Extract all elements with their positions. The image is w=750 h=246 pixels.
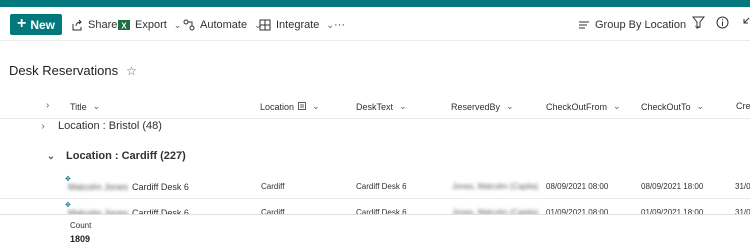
- row-created: 31/0: [735, 182, 750, 191]
- integrate-button[interactable]: Integrate ⌄: [259, 16, 334, 34]
- column-header-title[interactable]: Title ⌄: [70, 101, 100, 112]
- more-button[interactable]: ···: [334, 16, 345, 34]
- row-title[interactable]: Cardiff Desk 6: [132, 182, 189, 192]
- row-reservedby: Jones, Malcolm (Capita): [452, 182, 539, 191]
- redacted-text: Malcolm Jones: [68, 182, 129, 192]
- column-header-location[interactable]: Location ⌄: [260, 101, 320, 112]
- column-header-reservedby[interactable]: ReservedBy ⌄: [451, 101, 514, 112]
- flow-icon: [183, 19, 195, 31]
- excel-icon: X: [118, 19, 130, 31]
- automate-button[interactable]: Automate ⌄: [183, 16, 262, 34]
- chevron-right-icon: ›: [41, 120, 45, 132]
- info-button[interactable]: [714, 16, 730, 34]
- column-reservedby-label: ReservedBy: [451, 101, 501, 112]
- row-desktext: Cardiff Desk 6: [356, 182, 407, 191]
- column-created-label: Cre: [736, 101, 750, 111]
- plus-icon: +: [16, 14, 27, 32]
- chevron-down-icon: ⌄: [92, 101, 101, 111]
- count-label: Count: [70, 221, 92, 230]
- more-icon: ···: [334, 19, 345, 31]
- chevron-down-icon: ⌄: [46, 150, 56, 162]
- share-button[interactable]: Share: [71, 16, 117, 34]
- info-icon: [716, 16, 729, 34]
- chevron-down-icon: ⌄: [312, 101, 320, 111]
- row-title-cell[interactable]: Malcolm Jones Cardiff Desk 6: [68, 182, 189, 192]
- table-row[interactable]: ✥ Malcolm Jones Cardiff Desk 6 Cardiff C…: [0, 175, 750, 199]
- new-button-label: New: [30, 17, 56, 32]
- svg-text:X: X: [121, 22, 127, 31]
- collapse-button[interactable]: [736, 17, 750, 33]
- expand-all-chevron-icon[interactable]: ›: [46, 100, 49, 111]
- group-by-button[interactable]: Group By Location ⌄: [578, 16, 701, 34]
- chevron-down-icon: ⌄: [326, 19, 334, 30]
- group-label: Location : Bristol (48): [58, 120, 162, 132]
- column-header-row: › Title ⌄ Location ⌄ DeskText ⌄ Reserved…: [0, 95, 750, 119]
- automate-label: Automate: [200, 19, 248, 31]
- apps-icon: [259, 19, 271, 31]
- share-icon: [71, 19, 83, 31]
- lines-icon: [578, 19, 590, 31]
- suite-header-bar: [0, 0, 750, 7]
- group-by-label: Group By Location: [595, 19, 687, 31]
- column-header-created[interactable]: Cre: [736, 101, 750, 111]
- column-header-desktext[interactable]: DeskText ⌄: [356, 101, 407, 112]
- group-header-cardiff[interactable]: ⌄ Location : Cardiff (227): [46, 150, 186, 162]
- new-button[interactable]: + New: [10, 14, 62, 35]
- row-location: Cardiff: [261, 182, 285, 191]
- chevron-down-icon: ⌄: [173, 19, 182, 30]
- command-bar: + New Share X Export ⌄ Automate ⌄ Integr…: [0, 7, 750, 41]
- share-label: Share: [88, 19, 118, 31]
- export-label: Export: [135, 19, 167, 31]
- group-header-bristol[interactable]: › Location : Bristol (48): [38, 120, 162, 132]
- export-button[interactable]: X Export ⌄: [118, 16, 181, 34]
- column-checkoutfrom-label: CheckOutFrom: [546, 101, 608, 112]
- chevron-down-icon: ⌄: [613, 101, 621, 111]
- grouped-icon: [298, 101, 307, 112]
- column-location-label: Location: [260, 101, 295, 112]
- chevron-down-icon: ⌄: [506, 101, 514, 111]
- column-title-label: Title: [70, 101, 87, 112]
- row-checkoutto: 08/09/2021 18:00: [641, 182, 704, 191]
- column-desktext-label: DeskText: [356, 101, 394, 112]
- list-title-text: Desk Reservations: [9, 63, 119, 78]
- row-checkoutfrom: 08/09/2021 08:00: [546, 182, 609, 191]
- column-header-checkoutfrom[interactable]: CheckOutFrom ⌄: [546, 101, 621, 112]
- column-checkoutto-label: CheckOutTo: [641, 101, 691, 112]
- filter-button[interactable]: [690, 16, 706, 34]
- chevron-down-icon: ⌄: [696, 101, 705, 111]
- group-label: Location : Cardiff (227): [66, 150, 186, 162]
- filter-icon: [691, 16, 705, 34]
- count-value: 1809: [70, 234, 91, 244]
- column-header-checkoutto[interactable]: CheckOutTo ⌄: [641, 101, 704, 112]
- integrate-label: Integrate: [276, 19, 320, 31]
- star-icon[interactable]: ☆: [126, 64, 137, 78]
- page-title: Desk Reservations ☆: [9, 63, 137, 78]
- collapse-icon: [738, 16, 750, 34]
- chevron-down-icon: ⌄: [399, 101, 407, 111]
- totals-footer: Count 1809: [0, 214, 750, 246]
